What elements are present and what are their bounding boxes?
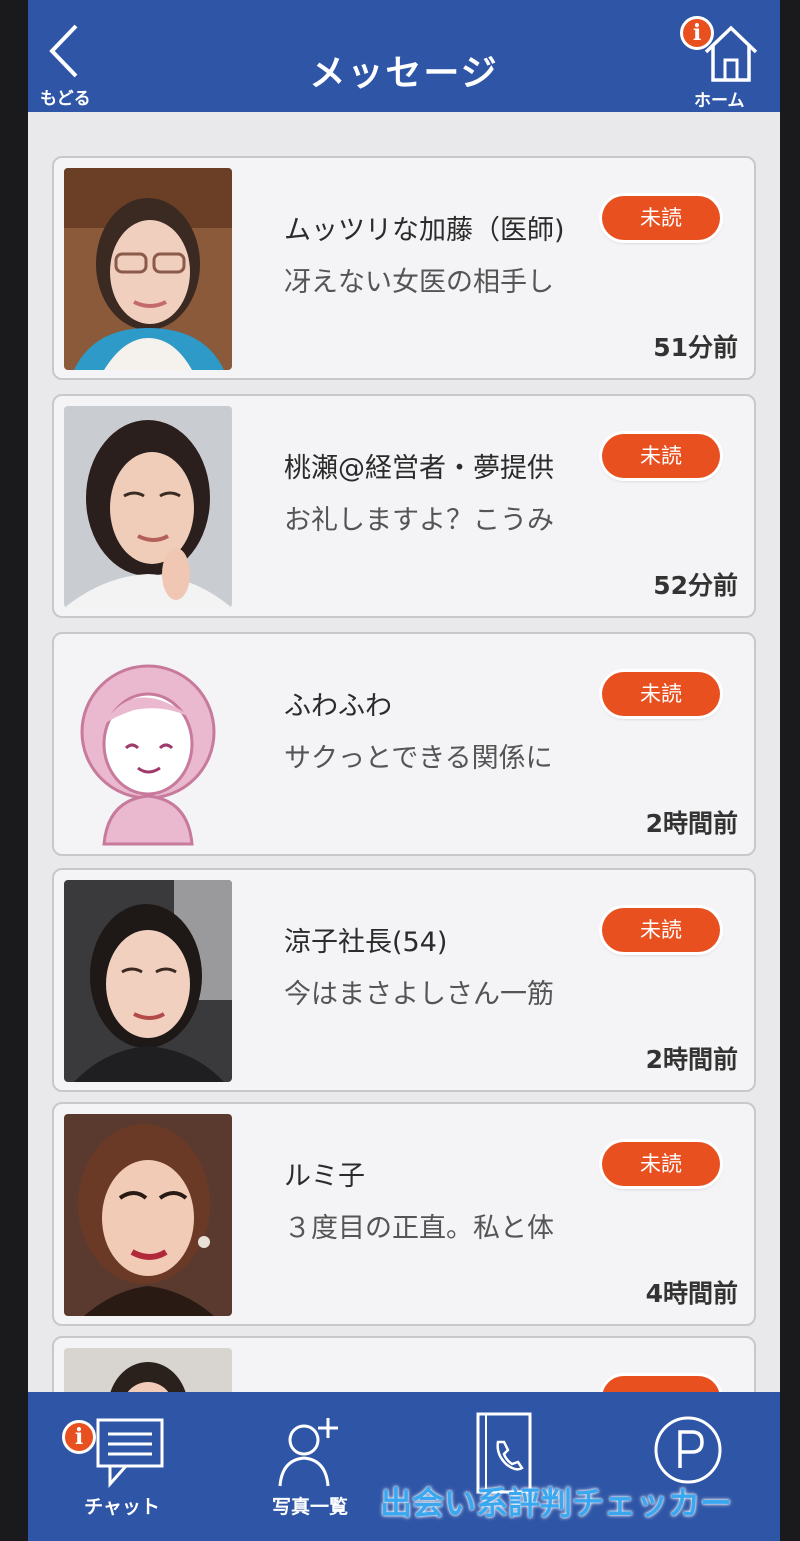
message-list[interactable]: ムッツリな加藤（医師) 冴えない女医の相手し 未読 51分前 桃瀬@経営者・夢提 bbox=[28, 112, 780, 1392]
home-label: ホーム bbox=[694, 91, 745, 111]
info-icon: i bbox=[62, 1420, 96, 1454]
message-preview: 冴えない女医の相手し bbox=[284, 267, 554, 298]
message-item[interactable]: ムッツリな加藤（医師) 冴えない女医の相手し 未読 51分前 bbox=[52, 156, 756, 380]
avatar bbox=[64, 406, 232, 608]
message-preview: サクっとできる関係に bbox=[284, 743, 553, 774]
message-item[interactable]: ルミ子 ３度目の正直。私と体 未読 4時間前 bbox=[52, 1102, 756, 1326]
page-title: メッセージ bbox=[309, 53, 499, 94]
unread-badge bbox=[602, 1376, 720, 1392]
unread-badge: 未読 bbox=[602, 434, 720, 478]
sender-name: 桃瀬@経営者・夢提供 bbox=[284, 453, 554, 484]
timestamp: 52分前 bbox=[653, 571, 738, 600]
sender-name: ふわふわ bbox=[284, 691, 392, 722]
messages-screen: もどる メッセージ ホーム i ムッツリな加藤（医師) 冴えない女医の相手し 未… bbox=[28, 0, 780, 1541]
add-user-icon bbox=[278, 1418, 338, 1487]
home-button[interactable]: ホーム i bbox=[680, 14, 778, 111]
info-icon: i bbox=[680, 16, 714, 50]
tab-label: 写真一覧 bbox=[271, 1496, 348, 1518]
avatar bbox=[64, 1348, 232, 1392]
timestamp: 4時間前 bbox=[645, 1279, 738, 1308]
default-avatar-icon bbox=[64, 644, 232, 846]
message-preview: お礼しますよ？こうみ bbox=[284, 505, 554, 536]
unread-badge: 未読 bbox=[602, 196, 720, 240]
tab-photo-list[interactable]: 写真一覧 bbox=[216, 1392, 404, 1541]
chat-icon bbox=[96, 1418, 164, 1488]
message-item[interactable]: ふわふわ サクっとできる関係に 未読 2時間前 bbox=[52, 632, 756, 856]
timestamp: 51分前 bbox=[653, 333, 738, 362]
unread-badge: 未読 bbox=[602, 908, 720, 952]
sender-name: 涼子社長(54) bbox=[284, 927, 448, 958]
timestamp: 2時間前 bbox=[645, 809, 738, 838]
sender-name: ルミ子 bbox=[284, 1161, 365, 1192]
header-bar: もどる メッセージ ホーム i bbox=[28, 0, 780, 112]
sender-name: ムッツリな加藤（医師) bbox=[284, 215, 565, 246]
watermark: 出会い系評判チェッカー bbox=[380, 1484, 733, 1522]
message-item[interactable]: 桃瀬@経営者・夢提供 お礼しますよ？こうみ 未読 52分前 bbox=[52, 394, 756, 618]
avatar bbox=[64, 1114, 232, 1316]
timestamp: 2時間前 bbox=[645, 1045, 738, 1074]
message-preview: ３度目の正直。私と体 bbox=[284, 1213, 554, 1244]
message-item[interactable] bbox=[52, 1336, 756, 1392]
message-item[interactable]: 涼子社長(54) 今はまさよしさん一筋 未読 2時間前 bbox=[52, 868, 756, 1092]
avatar bbox=[64, 880, 232, 1082]
avatar bbox=[64, 168, 232, 370]
unread-badge: 未読 bbox=[602, 1142, 720, 1186]
tab-chat[interactable]: i チャット bbox=[28, 1392, 216, 1541]
tab-label: チャット bbox=[84, 1496, 160, 1518]
message-preview: 今はまさよしさん一筋 bbox=[284, 979, 554, 1010]
unread-badge: 未読 bbox=[602, 672, 720, 716]
